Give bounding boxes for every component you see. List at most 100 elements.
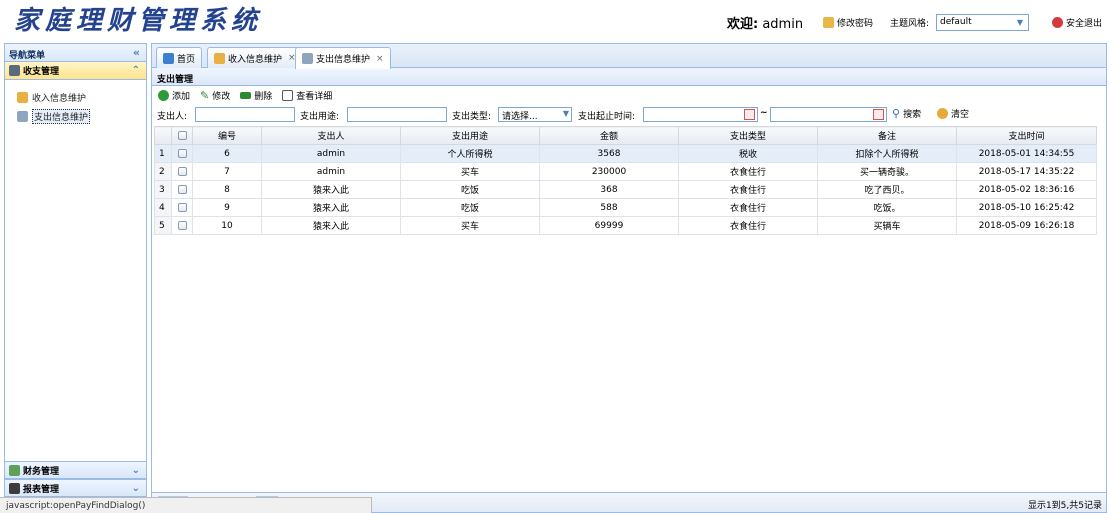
cell-payer: 猿来入此 xyxy=(261,180,401,199)
tab-income[interactable]: 收入信息维护 × xyxy=(207,47,303,68)
column-header-amount[interactable]: 金额 xyxy=(539,126,679,145)
nav-header: 导航菜单 « xyxy=(5,44,146,62)
logout-label: 安全退出 xyxy=(1066,19,1103,29)
table-row[interactable]: 5 10 猿来入此 买车 69999 衣食住行 买辆车 2018-05-09 1… xyxy=(154,216,1097,235)
end-time-input[interactable] xyxy=(770,107,887,122)
row-checkbox[interactable] xyxy=(171,144,193,163)
nav-group-reports[interactable]: 报表管理 ⌄ xyxy=(5,479,146,497)
search-icon: ⚲ xyxy=(892,107,901,120)
theme-select[interactable]: default ▼ xyxy=(936,14,1029,31)
pager-info: 显示1到5,共5记录 xyxy=(1027,501,1102,511)
column-header-payer[interactable]: 支出人 xyxy=(261,126,401,145)
payer-input[interactable] xyxy=(195,107,295,122)
type-select[interactable]: 请选择... ▼ xyxy=(498,107,572,122)
panel-title: 支出管理 xyxy=(152,68,1106,86)
finance-icon xyxy=(9,464,20,476)
home-icon xyxy=(163,52,174,64)
cell-type: 衣食住行 xyxy=(678,198,818,217)
coins-icon xyxy=(17,92,28,103)
add-label: 添加 xyxy=(172,92,191,102)
cell-amount: 3568 xyxy=(539,144,679,163)
sidebar-item-income[interactable]: 收入信息维护 xyxy=(17,88,146,107)
document-edit-icon xyxy=(302,53,313,64)
row-checkbox[interactable] xyxy=(171,216,193,235)
table-header-row: 编号 支出人 支出用途 金额 支出类型 备注 支出时间 xyxy=(154,126,1097,145)
theme-select-value: default xyxy=(940,17,972,27)
cell-purpose: 买车 xyxy=(400,216,540,235)
search-bar: 支出人: 支出用途: 支出类型: 请选择... ▼ 支出起止时间: ~ ⚲ 搜索… xyxy=(152,105,1106,124)
row-number-header xyxy=(154,126,172,145)
add-icon xyxy=(158,90,169,101)
collapse-left-icon[interactable]: « xyxy=(133,46,140,59)
type-select-value: 请选择... xyxy=(502,112,538,122)
type-label: 支出类型: xyxy=(452,112,492,122)
welcome-text: 欢迎: admin xyxy=(727,13,803,32)
cell-type: 衣食住行 xyxy=(678,216,818,235)
cell-time: 2018-05-01 14:34:55 xyxy=(956,144,1097,163)
nav-group-income-expense[interactable]: 收支管理 ⌃ xyxy=(5,62,146,80)
cell-remark: 买一辆奇骏。 xyxy=(817,162,957,181)
document-edit-icon xyxy=(17,111,28,122)
row-checkbox[interactable] xyxy=(171,162,193,181)
sidebar-item-expense[interactable]: 支出信息维护 xyxy=(17,107,146,126)
nav-group-label: 收支管理 xyxy=(23,67,60,77)
select-all-checkbox[interactable] xyxy=(171,126,193,145)
tab-label: 支出信息维护 xyxy=(316,55,371,65)
pencil-icon: ✎ xyxy=(200,89,210,102)
edit-label: 修改 xyxy=(212,92,231,102)
cell-remark: 扣除个人所得税 xyxy=(817,144,957,163)
search-label: 搜索 xyxy=(903,110,922,120)
column-header-type[interactable]: 支出类型 xyxy=(678,126,818,145)
close-icon[interactable]: × xyxy=(376,54,384,64)
column-header-purpose[interactable]: 支出用途 xyxy=(400,126,540,145)
sidebar-item-label: 支出信息维护 xyxy=(32,109,91,124)
row-checkbox[interactable] xyxy=(171,198,193,217)
view-detail-button[interactable]: 查看详细 xyxy=(282,89,332,102)
row-number: 4 xyxy=(154,198,172,217)
purpose-input[interactable] xyxy=(347,107,447,122)
delete-label: 删除 xyxy=(254,92,273,102)
cell-type: 衣食住行 xyxy=(678,180,818,199)
table-row[interactable]: 1 6 admin 个人所得税 3568 税收 扣除个人所得税 2018-05-… xyxy=(154,144,1097,163)
column-header-id[interactable]: 编号 xyxy=(192,126,262,145)
cell-id: 7 xyxy=(192,162,262,181)
clear-label: 清空 xyxy=(951,110,970,120)
clear-button[interactable]: 清空 xyxy=(937,107,969,120)
cell-purpose: 买车 xyxy=(400,162,540,181)
table-row[interactable]: 2 7 admin 买车 230000 衣食住行 买一辆奇骏。 2018-05-… xyxy=(154,162,1097,181)
row-number: 3 xyxy=(154,180,172,199)
column-header-remark[interactable]: 备注 xyxy=(817,126,957,145)
column-header-time[interactable]: 支出时间 xyxy=(956,126,1097,145)
table-row[interactable]: 4 9 猿来入此 吃饭 588 衣食住行 吃饭。 2018-05-10 16:2… xyxy=(154,198,1097,217)
cell-id: 6 xyxy=(192,144,262,163)
cell-purpose: 吃饭 xyxy=(400,180,540,199)
logout-link[interactable]: 安全退出 xyxy=(1052,16,1102,29)
edit-button[interactable]: ✎ 修改 xyxy=(200,89,230,102)
cell-time: 2018-05-17 14:35:22 xyxy=(956,162,1097,181)
add-button[interactable]: 添加 xyxy=(158,89,190,102)
nav-title: 导航菜单 xyxy=(9,51,46,61)
nav-bottom-groups: 财务管理 ⌄ 报表管理 ⌄ xyxy=(5,461,146,497)
range-separator: ~ xyxy=(760,108,768,118)
cell-amount: 69999 xyxy=(539,216,679,235)
cell-time: 2018-05-09 16:26:18 xyxy=(956,216,1097,235)
username: admin xyxy=(762,17,804,32)
calendar-icon[interactable] xyxy=(873,109,884,120)
search-button[interactable]: ⚲ 搜索 xyxy=(892,107,921,120)
table-row[interactable]: 3 8 猿来入此 吃饭 368 衣食住行 吃了西贝。 2018-05-02 18… xyxy=(154,180,1097,199)
document-icon xyxy=(282,90,294,101)
chevron-down-icon: ⌄ xyxy=(131,483,140,494)
view-detail-label: 查看详细 xyxy=(296,92,333,102)
tab-expense[interactable]: 支出信息维护 × xyxy=(295,47,391,69)
tab-home[interactable]: 首页 xyxy=(156,47,203,68)
cell-remark: 买辆车 xyxy=(817,216,957,235)
start-time-input[interactable] xyxy=(643,107,758,122)
calendar-icon[interactable] xyxy=(744,109,755,120)
payer-label: 支出人: xyxy=(157,112,188,122)
delete-icon xyxy=(240,92,252,99)
chevron-down-icon: ⌄ xyxy=(131,465,140,476)
change-password-link[interactable]: 修改密码 xyxy=(823,16,873,29)
delete-button[interactable]: 删除 xyxy=(240,89,272,102)
row-checkbox[interactable] xyxy=(171,180,193,199)
nav-group-finance[interactable]: 财务管理 ⌄ xyxy=(5,461,146,479)
